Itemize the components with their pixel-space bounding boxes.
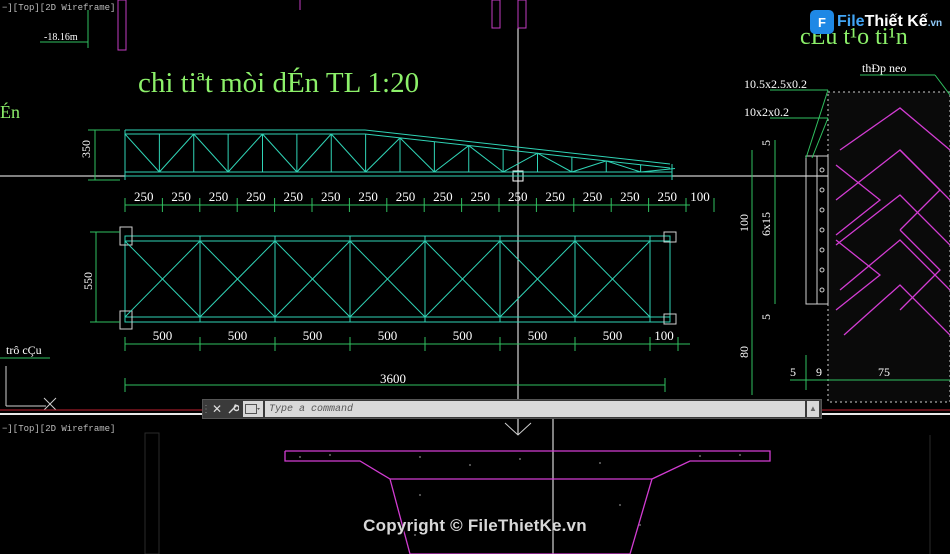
close-icon[interactable]: ✕ <box>209 400 225 418</box>
dimension-label: 250 <box>209 189 229 204</box>
dimension-label: 500 <box>453 328 473 343</box>
truss-diagonal <box>227 133 263 173</box>
top-height-dimension: 350 <box>79 140 93 158</box>
drawing-title: chi tiªt mòi dÉn TL 1:20 <box>138 66 419 99</box>
anchor-label: thĐp neo <box>862 61 906 75</box>
dimension-label: 500 <box>378 328 398 343</box>
dimension-label: 500 <box>228 328 248 343</box>
dimension-label: 500 <box>303 328 323 343</box>
dimension-label: 100 <box>690 189 710 204</box>
truss-diagonal <box>640 168 676 173</box>
truss-diagonal <box>571 160 607 173</box>
side-dimension-label: 75 <box>878 365 890 379</box>
top-viewport-label[interactable]: −][Top][2D Wireframe] <box>2 3 115 13</box>
overall-length-dimension: 3600 <box>380 371 406 386</box>
dimension-label: 250 <box>433 189 453 204</box>
partial-title-left: Én <box>0 101 20 122</box>
ucs-label: trô cÇu <box>6 343 42 357</box>
top-drawing-canvas[interactable]: -18.16m chi tiªt mòi dÉn TL 1:20 Én cÊu … <box>0 0 950 413</box>
truss-diagonal <box>399 137 435 173</box>
top-spacing-labels: 250 250 250 250 250 250 250 250 250 250 250 250 250 2… <box>124 189 715 212</box>
plate-label-1: 10.5x2.5x0.2 <box>744 77 807 91</box>
command-prompt-icon[interactable] <box>243 401 263 417</box>
logo: F FileThiết Kế.vn <box>810 10 942 34</box>
plan-spacing-labels: 500 500 500 500 500 500 500 100 <box>124 328 679 351</box>
anchor-detail <box>751 74 950 403</box>
truss-diagonal <box>124 133 160 173</box>
wrench-icon[interactable] <box>225 400 241 418</box>
side-dimension-label: 6x15 <box>759 212 773 236</box>
dimension-label: 250 <box>246 189 266 204</box>
dimension-label: 500 <box>528 328 548 343</box>
plate-label-2: 10x2x0.2 <box>744 105 789 119</box>
dimension-label: 250 <box>171 189 191 204</box>
plan-dimensions <box>90 231 690 392</box>
truss-diagonal <box>159 133 195 173</box>
truss-plan-webs <box>124 236 651 322</box>
top-column-3 <box>517 0 527 29</box>
top-column-2 <box>491 0 501 29</box>
truss-diagonal <box>330 133 366 173</box>
dimension-label: 250 <box>321 189 341 204</box>
truss-diagonal <box>468 145 504 173</box>
dimension-label: 250 <box>396 189 416 204</box>
truss-elevation <box>124 129 673 180</box>
side-dimension-label: 100 <box>737 214 751 232</box>
truss-diagonal <box>262 133 298 173</box>
dimension-label: 250 <box>658 189 678 204</box>
plan-height-dimension: 550 <box>81 272 95 290</box>
dimension-label: 250 <box>545 189 565 204</box>
truss-diagonal <box>365 137 401 173</box>
command-input[interactable]: Type a command <box>265 401 805 417</box>
command-history-toggle-icon[interactable]: ▲ <box>807 401 819 417</box>
truss-diagonal <box>193 133 229 173</box>
elevation-text: -18.16m <box>44 32 78 43</box>
truss-elevation-webs <box>124 133 676 173</box>
truss-diagonal <box>434 145 470 173</box>
logo-text: FileThiết Kế.vn <box>837 13 943 30</box>
side-dimension-label: 5 <box>759 314 773 320</box>
copyright-watermark: Copyright © FileThietKe.vn <box>363 516 587 535</box>
top-column-1 <box>117 0 127 51</box>
dimension-label: 250 <box>471 189 491 204</box>
dimension-label: 250 <box>358 189 378 204</box>
dimension-label: 100 <box>654 328 674 343</box>
bridge-section <box>284 450 771 554</box>
truss-diagonal <box>296 133 332 173</box>
top-viewport[interactable]: -18.16m chi tiªt mòi dÉn TL 1:20 Én cÊu … <box>0 0 950 413</box>
dimension-label: 250 <box>583 189 603 204</box>
dimension-label: 250 <box>284 189 304 204</box>
side-dimension-label: 9 <box>816 365 822 379</box>
dimension-label: 250 <box>620 189 640 204</box>
side-dimension-label: 80 <box>737 346 751 358</box>
logo-mark-icon: F <box>810 10 834 34</box>
side-dimension-label: 5 <box>759 140 773 146</box>
ucs-icon <box>5 366 57 411</box>
command-line[interactable]: ⋮ ✕ Type a command ▲ <box>201 399 822 419</box>
dimension-label: 500 <box>603 328 623 343</box>
truss-diagonal <box>502 152 538 173</box>
dimension-label: 250 <box>508 189 528 204</box>
side-dimension-label: 5 <box>790 365 796 379</box>
dimension-label: 250 <box>134 189 154 204</box>
dimension-label: 500 <box>153 328 173 343</box>
bottom-viewport-label[interactable]: −][Top][2D Wireframe] <box>2 424 115 434</box>
